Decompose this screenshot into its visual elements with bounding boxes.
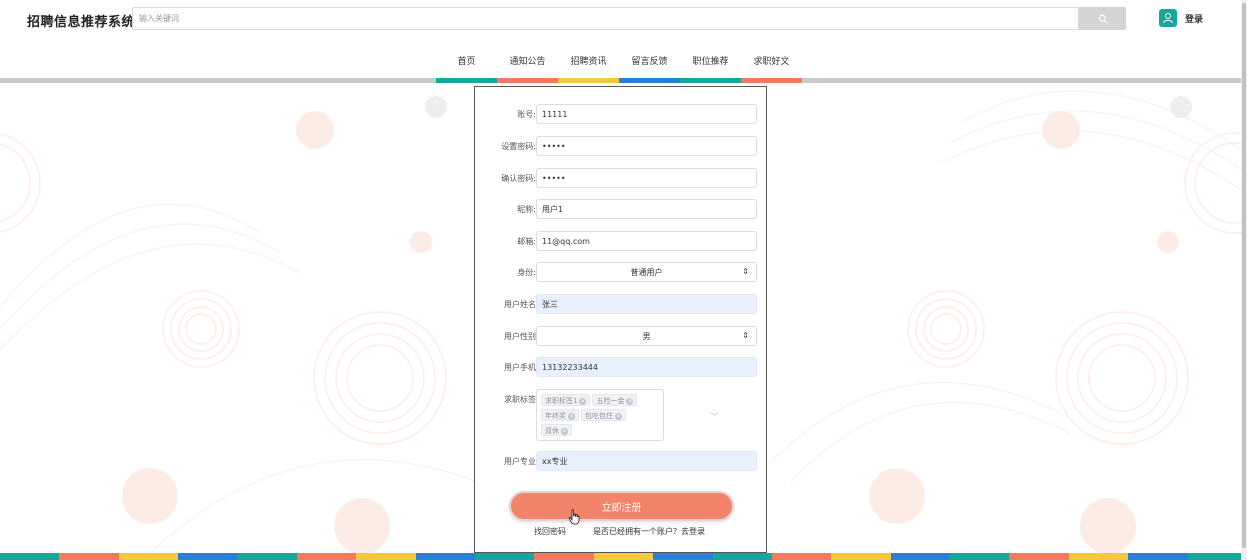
real-name-input[interactable]: 张三 <box>536 294 757 314</box>
main-nav: 首页 通知公告 招聘资讯 留言反馈 职位推荐 求职好文 <box>436 48 802 83</box>
password-input[interactable]: ••••• <box>536 136 757 156</box>
forgot-password-link[interactable]: 找回密码 <box>534 526 566 537</box>
tag-close-icon[interactable]: × <box>561 427 568 435</box>
search-button[interactable] <box>1079 7 1126 30</box>
job-tag: 包吃包住 × <box>581 409 626 421</box>
select-arrow-icon: ⇕ <box>742 267 749 276</box>
account-input[interactable]: 11111 <box>536 104 757 124</box>
tag-close-icon[interactable]: × <box>579 397 587 405</box>
nav-item-label: 求职好文 <box>753 57 790 67</box>
user-icon[interactable] <box>1159 9 1177 27</box>
email-label: 邮箱: <box>517 237 536 246</box>
confirm-password-input[interactable]: ••••• <box>536 168 757 188</box>
nickname-input[interactable]: 用户1 <box>536 199 757 219</box>
phone-value: 13132233444 <box>542 362 598 372</box>
confirm-password-label: 确认密码: <box>501 174 536 183</box>
tag-close-icon[interactable]: × <box>626 397 634 405</box>
real-name-value: 张三 <box>542 299 558 309</box>
phone-input[interactable]: 13132233444 <box>536 357 757 377</box>
job-tag-label: 双休 <box>545 427 559 435</box>
nickname-row: 昵称: 用户1 <box>475 199 768 219</box>
job-tags-label: 求职标签 <box>504 395 536 404</box>
major-input[interactable]: xx专业 <box>536 451 757 471</box>
email-row: 邮箱: 11@qq.com <box>475 231 768 251</box>
account-label: 账号: <box>517 110 536 119</box>
password-label: 设置密码: <box>501 142 536 151</box>
nav-item-notice[interactable]: 通知公告 <box>497 48 558 83</box>
go-login-link[interactable]: 是否已经拥有一个账户？去登录 <box>593 526 705 537</box>
email-input[interactable]: 11@qq.com <box>536 231 757 251</box>
tag-close-icon[interactable]: × <box>568 412 575 420</box>
nav-item-news[interactable]: 招聘资讯 <box>558 48 619 83</box>
nav-item-label: 职位推荐 <box>692 57 729 67</box>
real-name-row: 用户姓名 张三 <box>475 294 768 314</box>
job-tag: 年终奖 × <box>541 409 579 421</box>
nickname-label: 昵称: <box>517 205 536 214</box>
phone-label: 用户手机 <box>504 363 536 372</box>
register-form: 账号: 11111 设置密码: ••••• 确认密码: ••••• 昵称: 用户… <box>474 86 767 553</box>
job-tag-label: 求职标签1 <box>545 397 578 405</box>
job-tag: 双休 × <box>541 424 572 436</box>
confirm-password-value: ••••• <box>542 173 566 183</box>
role-label: 身份: <box>517 268 536 277</box>
job-tag-label: 年终奖 <box>545 412 566 420</box>
nav-item-label: 通知公告 <box>509 57 546 67</box>
nav-item-label: 招聘资讯 <box>570 57 607 67</box>
hand-pointer-icon <box>568 509 580 525</box>
select-arrow-icon: ⇕ <box>742 331 749 340</box>
search-input[interactable] <box>132 7 1079 30</box>
nav-item-feedback[interactable]: 留言反馈 <box>619 48 680 83</box>
gender-select[interactable]: 男 ⇕ <box>536 326 757 346</box>
job-tags-select[interactable]: 求职标签1 × 五险一金 × 年终奖 × 包吃包住 × 双休 × ﹀ <box>536 389 719 441</box>
email-value: 11@qq.com <box>542 236 590 246</box>
major-row: 用户专业 xx专业 <box>475 451 768 471</box>
role-value: 普通用户 <box>630 267 663 277</box>
nav-item-label: 首页 <box>457 57 476 67</box>
header: 招聘信息推荐系统 登录 <box>0 0 1247 40</box>
nav-item-home[interactable]: 首页 <box>436 48 497 83</box>
phone-row: 用户手机 13132233444 <box>475 357 768 377</box>
gender-row: 用户性别 男 ⇕ <box>475 326 768 346</box>
nav-item-jobs[interactable]: 职位推荐 <box>680 48 741 83</box>
job-tag-label: 包吃包住 <box>585 412 613 420</box>
chevron-down-icon: ﹀ <box>710 413 720 423</box>
search-icon <box>1098 14 1107 23</box>
role-row: 身份: 普通用户 ⇕ <box>475 262 768 282</box>
tag-close-icon[interactable]: × <box>615 412 622 420</box>
nickname-value: 用户1 <box>542 204 564 214</box>
scrollbar-thumb[interactable] <box>1242 3 1246 548</box>
job-tag: 五险一金 × <box>592 394 638 406</box>
major-label: 用户专业 <box>504 457 536 466</box>
job-tag-label: 五险一金 <box>596 397 625 405</box>
real-name-label: 用户姓名 <box>504 300 536 309</box>
job-tag: 求职标签1 × <box>541 394 591 406</box>
register-button[interactable]: 立即注册 <box>509 491 734 521</box>
gender-value: 男 <box>642 331 651 341</box>
role-select[interactable]: 普通用户 ⇕ <box>536 262 757 282</box>
nav-item-label: 留言反馈 <box>631 57 668 67</box>
site-title: 招聘信息推荐系统 <box>27 15 136 30</box>
account-row: 账号: 11111 <box>475 104 768 124</box>
account-value: 11111 <box>542 109 568 119</box>
confirm-password-row: 确认密码: ••••• <box>475 168 768 188</box>
login-link[interactable]: 登录 <box>1185 12 1203 25</box>
job-tags-row: 求职标签 求职标签1 × 五险一金 × 年终奖 × 包吃包住 × 双休 × ﹀ <box>475 389 768 441</box>
password-value: ••••• <box>542 141 566 151</box>
gender-label: 用户性别 <box>504 332 536 341</box>
bottom-color-stripe <box>0 553 1247 560</box>
major-value: xx专业 <box>542 456 568 466</box>
nav-item-articles[interactable]: 求职好文 <box>741 48 802 83</box>
password-row: 设置密码: ••••• <box>475 136 768 156</box>
